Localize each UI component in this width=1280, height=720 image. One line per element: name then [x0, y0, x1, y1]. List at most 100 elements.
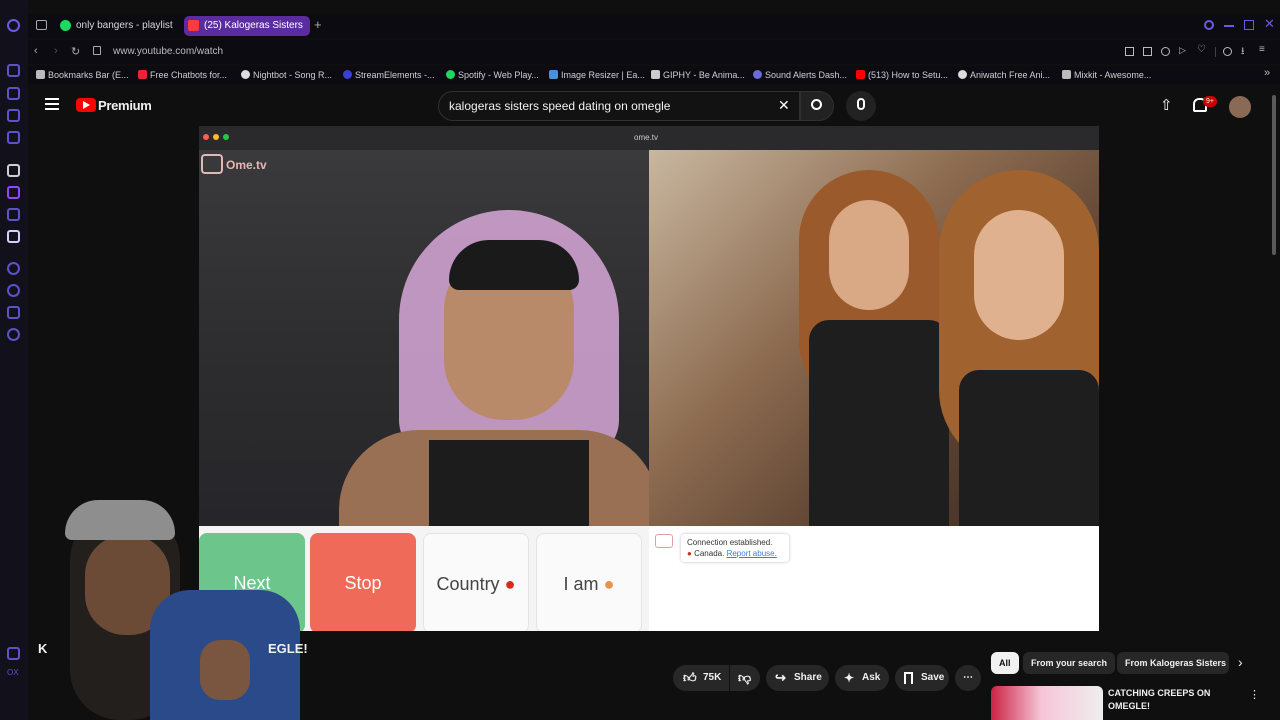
- video-player[interactable]: ome.tv Ome.tv Next Stop Country ● I am ●: [199, 126, 1099, 631]
- chips-next-icon[interactable]: ›: [1238, 654, 1243, 670]
- sidebar-app-icon[interactable]: [7, 262, 20, 275]
- bookmark-item[interactable]: StreamElements -...: [343, 69, 443, 81]
- bookmark-item[interactable]: Aniwatch Free Ani...: [958, 69, 1060, 81]
- chip-from-channel[interactable]: From Kalogeras Sisters: [1117, 652, 1229, 674]
- sidebar-app-icon[interactable]: [7, 306, 20, 319]
- discord-icon[interactable]: [7, 230, 20, 243]
- country-label: Country: [436, 574, 500, 594]
- search-input[interactable]: kalogeras sisters speed dating on omegle: [438, 91, 800, 121]
- menu-icon[interactable]: ≡: [1259, 44, 1265, 55]
- chip-from-search[interactable]: From your search: [1023, 652, 1116, 674]
- address-actions: ▷ ♡ ⭳ ≡: [1125, 44, 1265, 57]
- rec-title[interactable]: CATCHING CREEPS ON OMEGLE!: [1108, 687, 1236, 713]
- upload-icon[interactable]: ⇧: [1160, 96, 1173, 114]
- save-button[interactable]: Save: [895, 665, 949, 691]
- vpn-icon[interactable]: [1161, 47, 1170, 56]
- settings-icon[interactable]: [7, 328, 20, 341]
- lock-icon: [93, 46, 101, 55]
- like-button[interactable]: 👍︎ 75K: [673, 665, 729, 691]
- tab-menu-icon[interactable]: [36, 20, 47, 30]
- bookmark-item[interactable]: Nightbot - Song R...: [241, 69, 341, 81]
- embedded-url: ome.tv: [634, 133, 659, 142]
- more-icon: ⋯: [963, 672, 973, 683]
- bookmark-item[interactable]: Image Resizer | Ea...: [549, 69, 649, 81]
- remote-camera-feed: [649, 150, 1099, 530]
- mic-icon: [857, 98, 865, 110]
- bookmark-item[interactable]: GIPHY - Be Anima...: [651, 69, 751, 81]
- new-tab-button[interactable]: +: [314, 17, 322, 32]
- stop-button[interactable]: Stop: [310, 533, 416, 631]
- search-tabs-icon[interactable]: [1204, 20, 1214, 30]
- ometv-chat-icon: [655, 534, 673, 548]
- reload-icon[interactable]: ↻: [71, 45, 80, 58]
- tab-spotify[interactable]: only bangers - playlist by: [56, 16, 176, 36]
- thumbs-down-icon: 👎︎: [738, 670, 752, 685]
- clear-search-icon[interactable]: ✕: [778, 97, 790, 114]
- person-hand: [200, 640, 250, 700]
- minimize-icon[interactable]: [1224, 25, 1234, 27]
- avatar[interactable]: [1229, 96, 1251, 118]
- person-top: [809, 320, 949, 530]
- youtube-premium-label[interactable]: Premium: [98, 98, 152, 113]
- chat-country-text: Canada.: [694, 549, 725, 558]
- bookmark-icon[interactable]: [1125, 47, 1134, 56]
- chip-all[interactable]: All: [991, 652, 1019, 674]
- opera-logo-icon[interactable]: [7, 19, 20, 32]
- dislike-button[interactable]: 👎︎: [730, 665, 760, 691]
- chat-area: Connection established. ● Canada. Report…: [649, 526, 1099, 631]
- sidebar-app-icon[interactable]: [7, 87, 20, 100]
- snapshot-icon[interactable]: [1143, 47, 1152, 56]
- tab-label: only bangers - playlist by: [76, 20, 176, 31]
- more-icon[interactable]: OX: [7, 668, 20, 681]
- play-icon[interactable]: ▷: [1179, 45, 1186, 56]
- tab-youtube-active[interactable]: (25) Kalogeras Sisters: [184, 16, 310, 36]
- bookmark-item[interactable]: Sound Alerts Dash...: [753, 69, 853, 81]
- history-icon[interactable]: [7, 284, 20, 297]
- heart-icon[interactable]: ♡: [1197, 44, 1206, 55]
- bookmarks-overflow-icon[interactable]: »: [1264, 67, 1270, 79]
- search-button[interactable]: [800, 91, 834, 121]
- sidebar-app-icon[interactable]: [7, 164, 20, 177]
- chat-message: Connection established. ● Canada. Report…: [681, 534, 789, 562]
- share-button[interactable]: ↪ Share: [766, 665, 829, 691]
- address-bar: ‹ › ↻ www.youtube.com/watch ▷ ♡ ⭳ ≡: [28, 40, 1280, 64]
- bookmark-item[interactable]: (513) How to Setu...: [856, 69, 956, 81]
- bookmark-item[interactable]: Mixkit - Awesome...: [1062, 69, 1162, 81]
- maximize-icon[interactable]: [1244, 20, 1254, 30]
- sidebar-app-icon[interactable]: [7, 131, 20, 144]
- twitch-icon[interactable]: [7, 186, 20, 199]
- account-icon[interactable]: [1223, 47, 1232, 56]
- spotify-icon: [60, 20, 71, 31]
- url-field[interactable]: www.youtube.com/watch: [113, 46, 223, 57]
- page-scrollbar[interactable]: [1272, 95, 1276, 255]
- ask-button[interactable]: ✦ Ask: [835, 665, 889, 691]
- search-icon: [811, 99, 822, 110]
- video-title-partial: K: [38, 641, 48, 656]
- sidebar-app-icon[interactable]: [7, 208, 20, 221]
- rec-menu-icon[interactable]: ⋮: [1249, 688, 1260, 701]
- bookmark-item[interactable]: Free Chatbots for...: [138, 69, 238, 81]
- hamburger-icon[interactable]: [45, 98, 59, 110]
- person-cap: [65, 500, 175, 540]
- sidebar-app-icon[interactable]: [7, 64, 20, 77]
- bookmark-item[interactable]: Spotify - Web Play...: [446, 69, 546, 81]
- gender-button[interactable]: I am ●: [536, 533, 642, 631]
- more-actions-button[interactable]: ⋯: [955, 665, 981, 691]
- country-button[interactable]: Country ●: [423, 533, 529, 631]
- sidebar-app-icon[interactable]: [7, 109, 20, 122]
- browser-sidebar: OX: [0, 0, 28, 720]
- bookmark-item[interactable]: Bookmarks Bar (E...: [36, 69, 136, 81]
- download-icon[interactable]: ⭳: [1241, 44, 1245, 61]
- local-camera-feed: [199, 150, 659, 530]
- youtube-icon: [188, 20, 199, 31]
- back-icon[interactable]: ‹: [34, 45, 38, 57]
- voice-search-button[interactable]: [846, 91, 876, 121]
- rec-thumbnail[interactable]: [991, 686, 1103, 720]
- close-window-icon[interactable]: ✕: [1264, 16, 1275, 32]
- youtube-logo-icon[interactable]: [76, 98, 96, 112]
- report-abuse-link[interactable]: Report abuse.: [727, 549, 777, 558]
- sidebar-app-icon[interactable]: [7, 647, 20, 660]
- forward-icon[interactable]: ›: [54, 45, 58, 57]
- person-face: [974, 210, 1064, 340]
- female-emoji-icon: ●: [603, 574, 615, 594]
